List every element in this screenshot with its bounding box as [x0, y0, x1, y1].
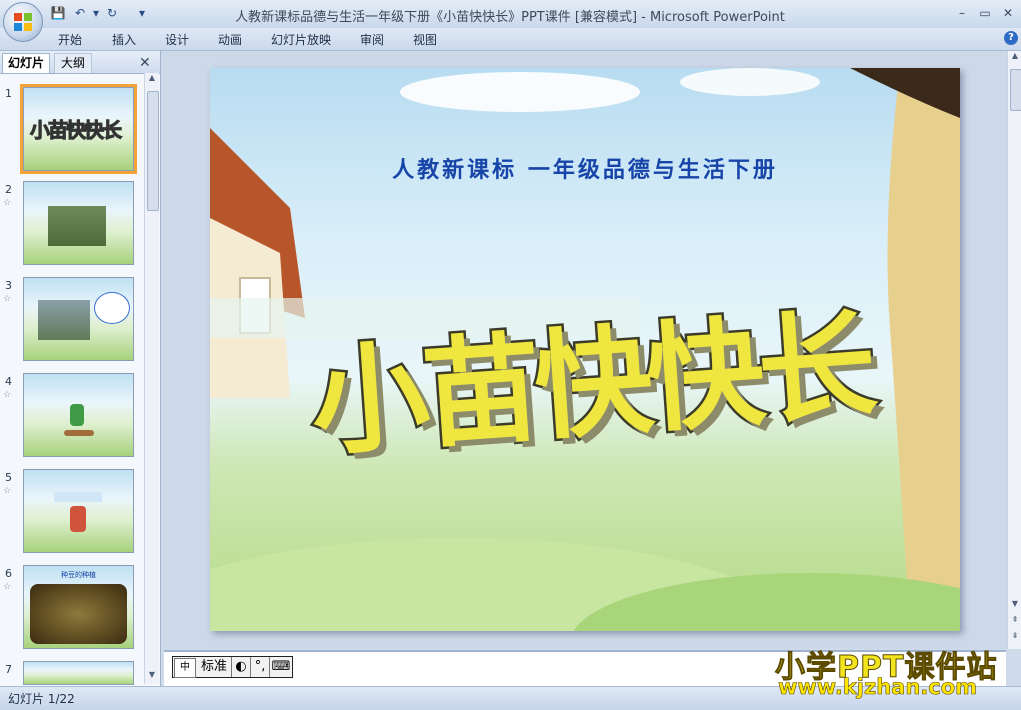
slide-thumbnail[interactable]	[23, 277, 134, 361]
pane-close-icon[interactable]: ✕	[139, 55, 151, 71]
tab-animations[interactable]: 动画	[218, 31, 242, 48]
tab-home[interactable]: 开始	[58, 31, 82, 48]
animation-star-icon: ☆	[3, 486, 12, 496]
thumb-child-figure	[70, 506, 86, 532]
restore-button[interactable]: ▭	[975, 5, 995, 21]
scroll-thumb[interactable]	[147, 91, 159, 211]
tab-design[interactable]: 设计	[165, 31, 189, 48]
animation-star-icon: ☆	[3, 198, 12, 208]
slide-scrollbar[interactable]: ▲ ▼ ⇞ ⇟	[1007, 51, 1021, 649]
tab-slideshow[interactable]: 幻灯片放映	[271, 31, 331, 48]
thumb-child-figure	[70, 404, 84, 426]
office-button[interactable]	[3, 2, 43, 42]
scroll-down-icon[interactable]: ▼	[146, 670, 158, 684]
punctuation-icon[interactable]: °,	[250, 657, 269, 677]
animation-star-icon: ☆	[3, 294, 12, 304]
help-icon[interactable]: ?	[1004, 31, 1018, 45]
tab-outline[interactable]: 大纲	[54, 53, 93, 73]
undo-dropdown-icon[interactable]: ▾	[88, 5, 104, 21]
tab-view[interactable]: 视图	[413, 31, 437, 48]
current-slide[interactable]: 人教新课标 一年级品德与生活下册 小苗快快长	[210, 68, 960, 631]
thumb-photo	[48, 206, 106, 246]
tab-slides[interactable]: 幻灯片	[2, 53, 51, 73]
office-logo-icon	[14, 13, 32, 31]
slide-number: 3	[5, 279, 12, 292]
thumb-cloud-bubble	[94, 292, 130, 324]
customize-toolbar-icon[interactable]: ▾	[134, 5, 150, 21]
slide-number: 2	[5, 183, 12, 196]
thumb-photo	[38, 300, 90, 340]
slide-number: 6	[5, 567, 12, 580]
tab-insert[interactable]: 插入	[112, 31, 136, 48]
slide-thumbnail[interactable]: 小苗快快长	[20, 84, 137, 174]
next-slide-icon[interactable]: ⇟	[1009, 631, 1021, 643]
watermark-url: www.kjzhan.com	[778, 675, 978, 700]
ime-logo-icon[interactable]: 中	[174, 658, 196, 678]
window-title: 人教新课标品德与生活一年级下册《小苗快快长》PPT课件 [兼容模式] - Mic…	[235, 10, 785, 25]
thumb-heading: 种豆的种植	[61, 571, 96, 579]
scroll-up-icon[interactable]: ▲	[1009, 51, 1021, 65]
soft-keyboard-icon[interactable]: ⌨	[269, 657, 292, 677]
ime-toolbar[interactable]: 中标准 ◐ °, ⌨	[172, 656, 294, 678]
slide-subtitle[interactable]: 人教新课标 一年级品德与生活下册	[210, 152, 960, 184]
minimize-button[interactable]: –	[952, 5, 972, 21]
undo-icon[interactable]: ↶	[72, 5, 88, 21]
slide-thumbnail[interactable]	[23, 373, 134, 457]
half-width-icon[interactable]: ◐	[231, 657, 250, 677]
tab-review[interactable]: 审阅	[360, 31, 384, 48]
redo-icon[interactable]: ↻	[104, 5, 120, 21]
thumb-photo	[30, 584, 127, 644]
thumb-banner	[54, 492, 102, 502]
animation-star-icon: ☆	[3, 582, 12, 592]
slide-counter: 幻灯片 1/22	[8, 692, 75, 706]
animation-star-icon: ☆	[3, 390, 12, 400]
slide-number: 5	[5, 471, 12, 484]
ime-mode-label[interactable]: 标准	[197, 659, 231, 674]
scroll-up-icon[interactable]: ▲	[146, 73, 158, 87]
scroll-thumb[interactable]	[1010, 69, 1021, 111]
slide-thumbnail[interactable]	[23, 469, 134, 553]
thumb-basket	[64, 430, 94, 436]
save-icon[interactable]: 💾	[50, 5, 66, 21]
pane-scrollbar[interactable]: ▲ ▼	[144, 73, 159, 684]
slide-number: 7	[5, 663, 12, 676]
close-button[interactable]: ✕	[998, 5, 1018, 21]
scroll-down-icon[interactable]: ▼	[1009, 599, 1021, 611]
thumb-title: 小苗快快长	[30, 118, 123, 143]
slide-thumbnail[interactable]	[23, 181, 134, 265]
slide-number: 1	[5, 87, 12, 100]
slide-number: 4	[5, 375, 12, 388]
ribbon-tab-bar	[0, 28, 1021, 51]
slide-thumbnail[interactable]	[23, 661, 134, 685]
slide-thumbnail[interactable]: 种豆的种植	[23, 565, 134, 649]
previous-slide-icon[interactable]: ⇞	[1009, 615, 1021, 627]
